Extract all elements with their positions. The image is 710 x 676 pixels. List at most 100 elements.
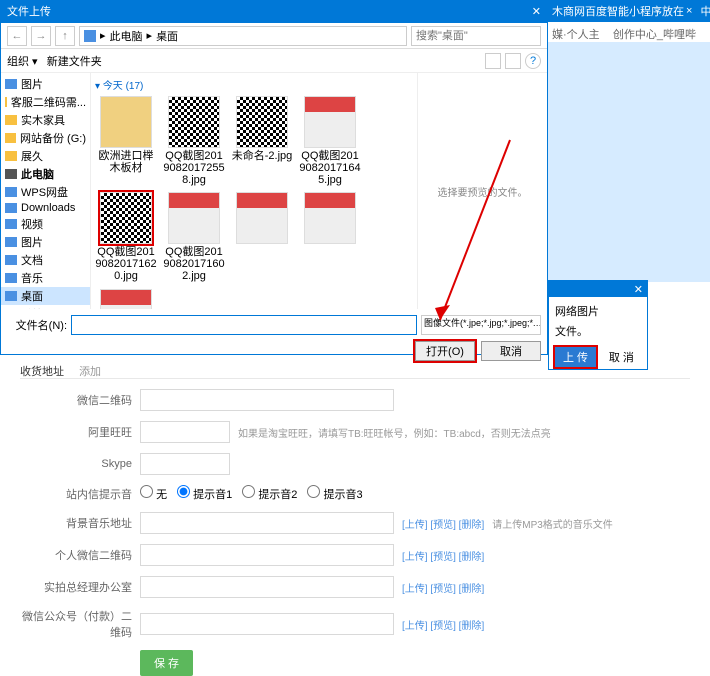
radio-3[interactable]: 提示音3 (307, 485, 362, 502)
file-item[interactable] (231, 192, 293, 282)
file-links[interactable]: [上传] [预览] [删除] (402, 516, 484, 531)
label: 微信二维码 (20, 392, 140, 408)
file-name: QQ截图20190820171620.jpg (95, 246, 157, 282)
sidebar-item[interactable]: WPS网盘 (1, 183, 90, 201)
wechat-qr-input[interactable] (140, 389, 394, 411)
file-links[interactable]: [上传] [预览] [删除] (402, 617, 484, 632)
filename-input[interactable] (71, 315, 417, 335)
file-upload-dialog: 文件上传 ✕ ← → ↑ ▸ 此电脑 ▸ 桌面 组织 ▾ 新建文件夹 ? 图片客… (0, 0, 548, 355)
personal-qr-input[interactable] (140, 544, 394, 566)
skype-input[interactable] (140, 453, 230, 475)
file-thumbnail (304, 96, 356, 148)
folder-icon (5, 169, 17, 179)
file-thumbnail (168, 192, 220, 244)
cancel-button[interactable]: 取 消 (603, 347, 640, 367)
save-button[interactable]: 保 存 (140, 650, 193, 676)
sidebar-item[interactable]: 展久 (1, 147, 90, 165)
search-input[interactable] (411, 26, 541, 46)
dialog-title: 文件上传 (7, 1, 51, 23)
back-button[interactable]: ← (7, 26, 27, 46)
organize-menu[interactable]: 组织 ▾ (7, 56, 38, 68)
file-name: 未命名-2.jpg (231, 150, 293, 162)
office-input[interactable] (140, 576, 394, 598)
file-item[interactable]: 欧洲进口榉木板材 (95, 96, 157, 186)
folder-icon (5, 79, 17, 89)
computer-icon (84, 30, 96, 42)
upload-button[interactable]: 上 传 (555, 347, 596, 367)
label: 个人微信二维码 (20, 547, 140, 563)
close-icon[interactable]: ✕ (532, 1, 541, 23)
popup-title: 网络图片 (555, 303, 641, 319)
sidebar-item[interactable]: 网站备份 (G:) (1, 129, 90, 147)
radio-1[interactable]: 提示音1 (177, 485, 232, 502)
sidebar-item[interactable]: 桌面 (1, 287, 90, 305)
sidebar-item[interactable]: 音乐 (1, 269, 90, 287)
file-thumbnail (100, 96, 152, 148)
browser-tabs: 木商网百度智能小程序放在 × 中木商网微信 (548, 0, 710, 22)
tab-2[interactable]: 中木商网微信 (696, 3, 710, 19)
preview-pane-icon[interactable] (505, 53, 521, 69)
folder-icon (5, 115, 17, 125)
folder-icon (5, 273, 17, 283)
file-item[interactable]: QQ截图20190820171620.jpg (95, 192, 157, 282)
hint: 请上传MP3格式的音乐文件 (492, 516, 613, 531)
label: 背景音乐地址 (20, 515, 140, 531)
view-icon[interactable] (485, 53, 501, 69)
forward-button[interactable]: → (31, 26, 51, 46)
up-button[interactable]: ↑ (55, 26, 75, 46)
sidebar: 图片客服二维码需...实木家具网站备份 (G:)展久此电脑WPS网盘Downlo… (1, 73, 91, 309)
folder-icon (5, 203, 17, 213)
hint: 如果是淘宝旺旺，请填写TB:旺旺帐号，例如：TB:abcd，否则无法点亮 (238, 425, 551, 440)
bgm-input[interactable] (140, 512, 394, 534)
bookmark[interactable]: 媒·个人主页 (552, 26, 605, 40)
close-icon[interactable]: × (686, 5, 692, 17)
file-item[interactable] (299, 192, 361, 282)
file-item[interactable]: QQ截图20190820172558.jpg (163, 96, 225, 186)
folder-icon (5, 133, 16, 143)
aliww-input[interactable] (140, 421, 230, 443)
file-links[interactable]: [上传] [预览] [删除] (402, 548, 484, 563)
page-background-panel (548, 42, 710, 282)
file-thumbnail (236, 192, 288, 244)
file-name: QQ截图20190820171602.jpg (163, 246, 225, 282)
open-button[interactable]: 打开(O) (415, 341, 475, 361)
filename-label: 文件名(N): (7, 317, 67, 333)
path-bar[interactable]: ▸ 此电脑 ▸ 桌面 (79, 26, 407, 46)
file-item[interactable] (95, 289, 157, 309)
sidebar-item[interactable]: 文档 (1, 251, 90, 269)
sidebar-item[interactable]: 图片 (1, 75, 90, 93)
file-thumbnail (304, 192, 356, 244)
sidebar-item[interactable]: Downloads (1, 201, 90, 215)
folder-icon (5, 237, 17, 247)
cancel-button[interactable]: 取消 (481, 341, 541, 361)
help-icon[interactable]: ? (525, 53, 541, 69)
file-item[interactable]: QQ截图20190820171645.jpg (299, 96, 361, 186)
file-thumbnail (100, 289, 152, 309)
file-thumbnail (168, 96, 220, 148)
file-item[interactable]: QQ截图20190820171602.jpg (163, 192, 225, 282)
preview-pane: 选择要预览的文件。 (417, 73, 547, 309)
file-type-filter[interactable]: 图像文件(*.jpe;*.jpg;*.jpeg;*.… (421, 315, 541, 335)
bookmark[interactable]: 创作中心_哔哩哔哩... (613, 26, 706, 40)
radio-none[interactable]: 无 (140, 485, 167, 502)
close-icon[interactable]: ✕ (634, 283, 643, 296)
new-folder-button[interactable]: 新建文件夹 (47, 56, 102, 68)
sidebar-item[interactable]: 图片 (1, 233, 90, 251)
mp-qr-input[interactable] (140, 613, 394, 635)
folder-icon (5, 187, 17, 197)
tab-1[interactable]: 木商网百度智能小程序放在 × (548, 3, 696, 19)
file-item[interactable]: 未命名-2.jpg (231, 96, 293, 186)
file-name: QQ截图20190820171645.jpg (299, 150, 361, 186)
sidebar-item[interactable]: 此电脑 (1, 165, 90, 183)
label: 微信公众号（付款）二维码 (20, 608, 140, 640)
radio-2[interactable]: 提示音2 (242, 485, 297, 502)
file-name: QQ截图20190820172558.jpg (163, 150, 225, 186)
sidebar-item[interactable]: 视频 (1, 215, 90, 233)
folder-icon (5, 97, 7, 107)
folder-icon (5, 219, 17, 229)
sidebar-item[interactable]: 客服二维码需... (1, 93, 90, 111)
sidebar-item[interactable]: 系统 (C:) (1, 305, 90, 309)
file-links[interactable]: [上传] [预览] [删除] (402, 580, 484, 595)
group-header[interactable]: ▾ 今天 (17) (95, 77, 413, 92)
sidebar-item[interactable]: 实木家具 (1, 111, 90, 129)
